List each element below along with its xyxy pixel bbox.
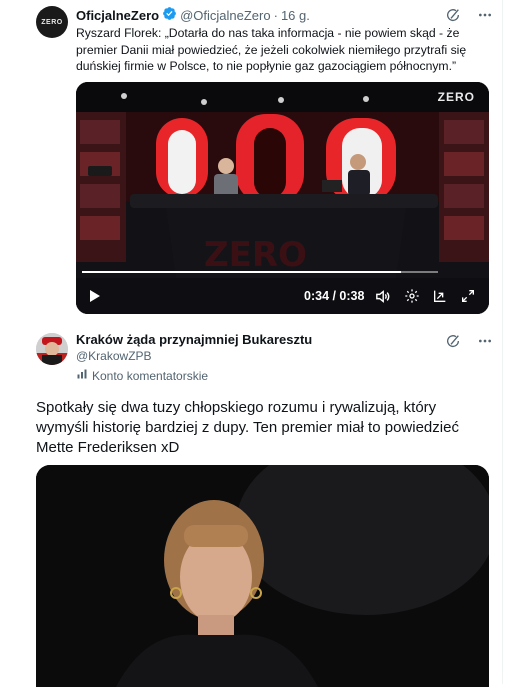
video-controls: 0:34 / 0:38	[76, 280, 489, 314]
picture-in-picture-icon[interactable]	[432, 288, 448, 309]
video-player[interactable]: ZERO ZERO 0:34 / 0:38	[76, 82, 489, 314]
volume-icon[interactable]	[374, 288, 391, 310]
comment-label-icon	[76, 368, 88, 383]
video-channel-logo: ZERO	[437, 90, 475, 104]
fullscreen-icon[interactable]	[460, 288, 476, 309]
quoted-tweet-text: Ryszard Florek: „Dotarła do nas taka inf…	[76, 26, 467, 73]
quoted-tweet-header: OficjalneZero @OficjalneZero · 16 g.	[76, 6, 310, 24]
reply-author-name[interactable]: Kraków żąda przynajmniej Bukaresztu	[76, 332, 312, 347]
settings-gear-icon[interactable]	[404, 288, 420, 309]
oficjalnezero-avatar[interactable]: ZERO	[36, 6, 68, 38]
avatar-logo-text: ZERO	[41, 18, 63, 26]
photo-portrait	[36, 465, 489, 687]
reply-tweet-photo[interactable]	[36, 465, 489, 687]
svg-text:ZERO: ZERO	[204, 235, 307, 275]
video-progress-bar[interactable]	[82, 271, 438, 273]
reply-author-handle[interactable]: @KrakowZPB	[76, 349, 152, 363]
grok-icon[interactable]	[444, 332, 462, 350]
account-label: Konto komentatorskie	[76, 368, 208, 383]
timeline-right-border	[502, 0, 503, 684]
grok-icon[interactable]	[444, 6, 462, 24]
video-time-label: 0:34 / 0:38	[304, 289, 365, 303]
krakowzpb-avatar[interactable]	[36, 333, 68, 365]
separator-dot: ·	[273, 7, 278, 23]
account-label-text: Konto komentatorskie	[92, 368, 209, 383]
video-progress-fill	[82, 271, 401, 273]
play-icon[interactable]	[86, 288, 102, 309]
tweet-time[interactable]: 16 g.	[281, 8, 310, 23]
verified-badge-icon[interactable]	[162, 6, 177, 24]
author-handle[interactable]: @OficjalneZero	[180, 8, 271, 23]
author-name[interactable]: OficjalneZero	[76, 8, 159, 23]
reply-tweet-actions	[444, 332, 494, 350]
more-icon[interactable]	[476, 6, 494, 24]
reply-tweet-text: Spotkały się dwa tuzy chłopskiego rozumu…	[36, 399, 459, 456]
quoted-tweet-actions	[444, 6, 494, 24]
more-icon[interactable]	[476, 332, 494, 350]
